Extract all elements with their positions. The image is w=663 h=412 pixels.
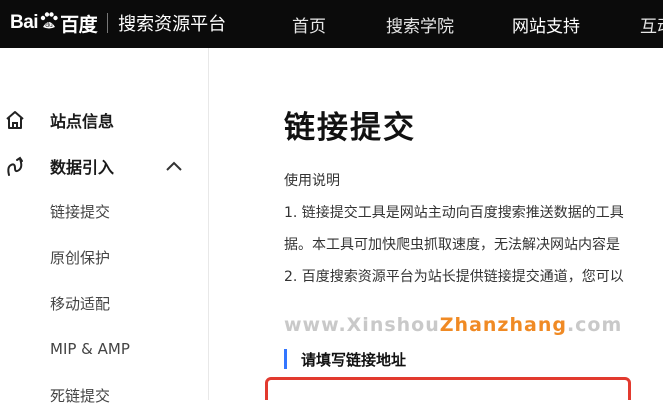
nav-interaction[interactable]: 互动 [640,0,663,48]
home-icon [6,111,24,129]
sidebar-subitem-label: 移动适配 [50,294,111,313]
description-line-1: 1. 链接提交工具是网站主动向百度搜索推送数据的工具 [284,205,624,221]
sidebar-subitem-label: 链接提交 [50,202,111,221]
section-label: 请填写链接地址 [301,350,407,369]
platform-title: 搜索资源平台 [118,14,227,35]
logo-text-baidu: 百度 [60,14,98,36]
data-import-icon [7,156,23,176]
sidebar: 站点信息 数据引入 链接提交 原创保护 移动适配 MIP & AMP 死链提交 [0,48,209,405]
sidebar-subitem-mip-amp[interactable]: MIP & AMP [0,332,208,366]
sidebar-subitem-mobile-adaptation[interactable]: 移动适配 [0,286,208,320]
watermark: www.XinshouZhanzhang.com [284,314,622,336]
sidebar-subitem-original-protection[interactable]: 原创保护 [0,240,208,274]
watermark-suffix: .com [566,314,623,336]
sidebar-item-label: 站点信息 [50,112,115,131]
usage-heading: 使用说明 [284,173,340,189]
sidebar-item-site-info[interactable]: 站点信息 [0,103,208,137]
baidu-logo[interactable]: Bai du 百度 搜索资源平台 [10,8,226,38]
svg-text:du: du [45,22,53,29]
watermark-accent: Zhanzhang [439,314,567,336]
nav-academy[interactable]: 搜索学院 [386,0,454,48]
description-line-3: 2. 百度搜索资源平台为站长提供链接提交通道，您可以 [284,269,624,285]
watermark-prefix: www.Xinshou [284,314,440,336]
baidu-paw-icon: du [39,11,59,35]
logo-text-bai: Bai [10,12,39,33]
sidebar-item-label: 数据引入 [50,158,115,177]
page-title: 链接提交 [284,110,416,146]
top-navigation-bar: Bai du 百度 搜索资源平台 首页 搜索学院 网站支持 互动 [0,0,663,48]
description-line-2: 据。本工具可加快爬虫抓取速度，无法解决网站内容是 [284,237,620,253]
nav-site-support[interactable]: 网站支持 [512,0,580,48]
sidebar-subitem-label: MIP & AMP [50,340,130,358]
main-content: 链接提交 使用说明 1. 链接提交工具是网站主动向百度搜索推送数据的工具 据。本… [209,48,663,400]
sidebar-subitem-label: 原创保护 [50,248,111,267]
section-accent-bar [284,349,287,369]
sidebar-subitem-link-submit[interactable]: 链接提交 [0,194,208,228]
sidebar-item-data-import[interactable]: 数据引入 [0,149,208,183]
link-url-input[interactable] [265,377,631,400]
nav-home[interactable]: 首页 [292,0,326,48]
chevron-up-icon[interactable] [165,160,183,172]
sidebar-subitem-label: 死链提交 [50,386,111,405]
logo-divider [107,13,109,33]
sidebar-subitem-dead-link[interactable]: 死链提交 [0,378,208,412]
section-header: 请填写链接地址 [284,348,406,370]
